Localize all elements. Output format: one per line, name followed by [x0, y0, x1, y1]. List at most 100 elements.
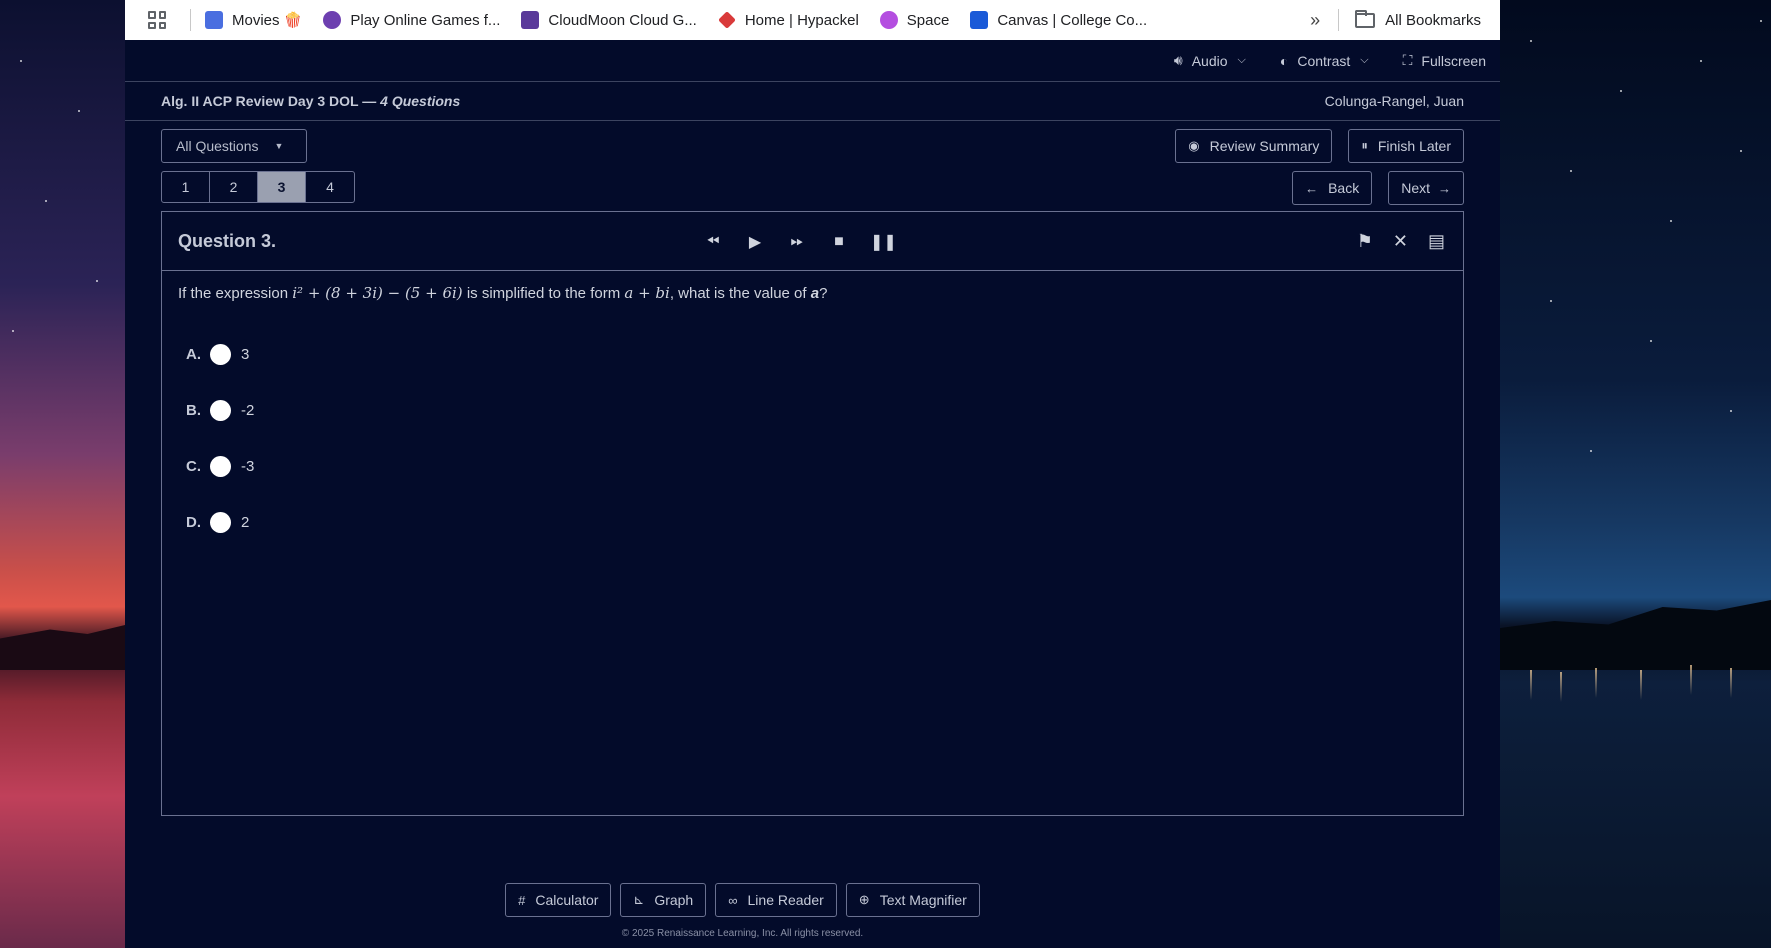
- quiz-name: Alg. II ACP Review Day 3 DOL —: [161, 93, 381, 109]
- back-button[interactable]: ← Back: [1292, 171, 1373, 205]
- answer-option-a[interactable]: A. 3: [186, 326, 1463, 382]
- audio-label: Audio: [1191, 52, 1228, 69]
- back-label: Back: [1328, 180, 1360, 196]
- audio-menu[interactable]: 🔊︎ Audio ⌵: [1174, 52, 1246, 69]
- more-bookmarks-chevron-icon[interactable]: »: [1310, 10, 1320, 31]
- radio-button[interactable]: [210, 511, 231, 533]
- text-magnifier-button[interactable]: ⊕ Text Magnifier: [845, 883, 980, 917]
- question-tab-1[interactable]: 1: [162, 172, 210, 202]
- all-bookmarks-label: All Bookmarks: [1385, 11, 1481, 29]
- radio-button[interactable]: [210, 343, 231, 365]
- radio-button[interactable]: [210, 455, 231, 477]
- play-icon[interactable]: ▶︎: [744, 232, 766, 252]
- answer-option-b[interactable]: B. -2: [186, 382, 1463, 438]
- magnifier-icon: ⊕: [858, 892, 870, 907]
- text-magnifier-label: Text Magnifier: [879, 892, 967, 908]
- question-filter-dropdown[interactable]: All Questions ▼: [161, 129, 307, 163]
- bookmark-play-online-games[interactable]: Play Online Games f...: [323, 11, 500, 29]
- contrast-menu[interactable]: ◐ Contrast ⌵: [1280, 53, 1369, 69]
- filter-label: All Questions: [176, 138, 259, 154]
- quiz-controls: All Questions ▼ ◉ Review Summary ⏸ Finis…: [161, 129, 1464, 163]
- all-bookmarks-folder[interactable]: All Bookmarks: [1355, 9, 1481, 29]
- calculator-label: Calculator: [535, 892, 599, 908]
- arrow-left-icon: ←: [1305, 180, 1319, 196]
- answer-option-c[interactable]: C. -3: [186, 438, 1463, 494]
- question-text-prefix: If the expression: [178, 285, 289, 302]
- pause-icon: ⏸: [1361, 138, 1368, 153]
- question-tab-3[interactable]: 3: [258, 172, 306, 202]
- pause-icon[interactable]: ❚❚: [870, 232, 897, 252]
- review-summary-button[interactable]: ◉ Review Summary: [1175, 129, 1333, 163]
- answer-options: A. 3 B. -2 C. -3 D. 2: [162, 326, 1463, 550]
- bookmark-hypackel[interactable]: Home | Hypackel: [717, 11, 859, 29]
- question-tab-2[interactable]: 2: [210, 172, 258, 202]
- apps-grid-icon[interactable]: [148, 11, 166, 29]
- bookmark-movies[interactable]: Movies 🍿: [205, 11, 302, 29]
- option-letter: C.: [186, 457, 201, 475]
- option-value: -2: [241, 401, 255, 419]
- answer-eliminator-icon[interactable]: ✕: [1393, 231, 1408, 252]
- games-favicon-icon: [323, 11, 342, 29]
- caret-down-icon: ▼: [274, 141, 284, 151]
- copyright: © 2025 Renaissance Learning, Inc. All ri…: [621, 928, 864, 939]
- option-value: 2: [241, 513, 250, 531]
- question-text-suffix: , what is the value of: [669, 285, 807, 302]
- math-expression: i² + (8 + 3i) − (5 + 6i): [292, 284, 463, 302]
- question-end: ?: [819, 285, 828, 302]
- radio-button[interactable]: [210, 399, 231, 421]
- line-reader-button[interactable]: ∞ Line Reader: [715, 883, 837, 917]
- answer-option-d[interactable]: D. 2: [186, 494, 1463, 550]
- contrast-icon: ◐: [1279, 52, 1289, 69]
- math-form: a + bi: [624, 284, 670, 302]
- hypackel-favicon-icon: [717, 11, 736, 29]
- bookmark-space[interactable]: Space: [879, 11, 950, 29]
- fullscreen-icon: ⛶: [1402, 52, 1413, 68]
- folder-icon: [1355, 9, 1376, 28]
- speaker-icon: 🔊︎: [1173, 52, 1183, 68]
- option-letter: A.: [186, 345, 201, 363]
- rewind-icon[interactable]: ⏪︎: [702, 233, 724, 251]
- calculator-button[interactable]: # Calculator: [505, 883, 612, 917]
- graph-label: Graph: [654, 892, 694, 908]
- graph-icon: ⊾: [633, 892, 645, 907]
- student-name: Colunga-Rangel, Juan: [1324, 93, 1464, 109]
- question-text-middle: is simplified to the form: [466, 285, 621, 302]
- wallpaper-left: [0, 0, 125, 948]
- calculator-icon: #: [518, 892, 526, 908]
- fullscreen-button[interactable]: ⛶ Fullscreen: [1403, 52, 1486, 69]
- fast-forward-icon[interactable]: ⏩︎: [786, 233, 808, 251]
- audio-player-controls: ⏪︎ ▶︎ ⏩︎ ■ ❚❚: [702, 212, 897, 271]
- bookmark-label: CloudMoon Cloud G...: [548, 11, 697, 29]
- stop-icon[interactable]: ■: [828, 233, 850, 251]
- wallpaper-right: [1500, 0, 1771, 948]
- option-value: -3: [241, 457, 255, 475]
- bookmark-label: Play Online Games f...: [350, 11, 501, 29]
- graph-button[interactable]: ⊾ Graph: [620, 883, 707, 917]
- bookmark-label: Space: [906, 11, 950, 29]
- finish-later-button[interactable]: ⏸ Finish Later: [1348, 129, 1464, 163]
- question-count: 4 Questions: [380, 93, 461, 109]
- top-toolbar: 🔊︎ Audio ⌵ ◐ Contrast ⌵ ⛶ Fullscreen: [125, 40, 1500, 82]
- question-navigation: 1 2 3 4 ← Back Next →: [161, 171, 1464, 205]
- flag-icon[interactable]: ⚑: [1357, 231, 1373, 252]
- option-letter: B.: [186, 401, 201, 419]
- review-summary-label: Review Summary: [1209, 138, 1320, 154]
- next-button[interactable]: Next →: [1388, 171, 1464, 205]
- next-label: Next: [1401, 180, 1430, 196]
- movies-favicon-icon: [205, 11, 223, 29]
- notepad-icon[interactable]: ▤: [1428, 231, 1445, 252]
- arrow-right-icon: →: [1438, 180, 1451, 196]
- question-title: Question 3.: [178, 230, 277, 251]
- question-tab-4[interactable]: 4: [306, 172, 354, 202]
- cloudmoon-favicon-icon: [521, 11, 540, 29]
- bookmark-canvas[interactable]: Canvas | College Co...: [970, 11, 1147, 29]
- bookmark-cloudmoon[interactable]: CloudMoon Cloud G...: [521, 11, 697, 29]
- contrast-label: Contrast: [1297, 52, 1351, 69]
- line-reader-label: Line Reader: [747, 892, 824, 908]
- option-value: 3: [241, 345, 250, 363]
- canvas-favicon-icon: [970, 11, 989, 29]
- test-app: 🔊︎ Audio ⌵ ◐ Contrast ⌵ ⛶ Fullscreen Alg…: [125, 40, 1500, 948]
- math-variable: a: [810, 285, 820, 302]
- bookmark-label: Movies 🍿: [232, 12, 303, 29]
- quiz-title-bar: Alg. II ACP Review Day 3 DOL — 4 Questio…: [125, 82, 1500, 121]
